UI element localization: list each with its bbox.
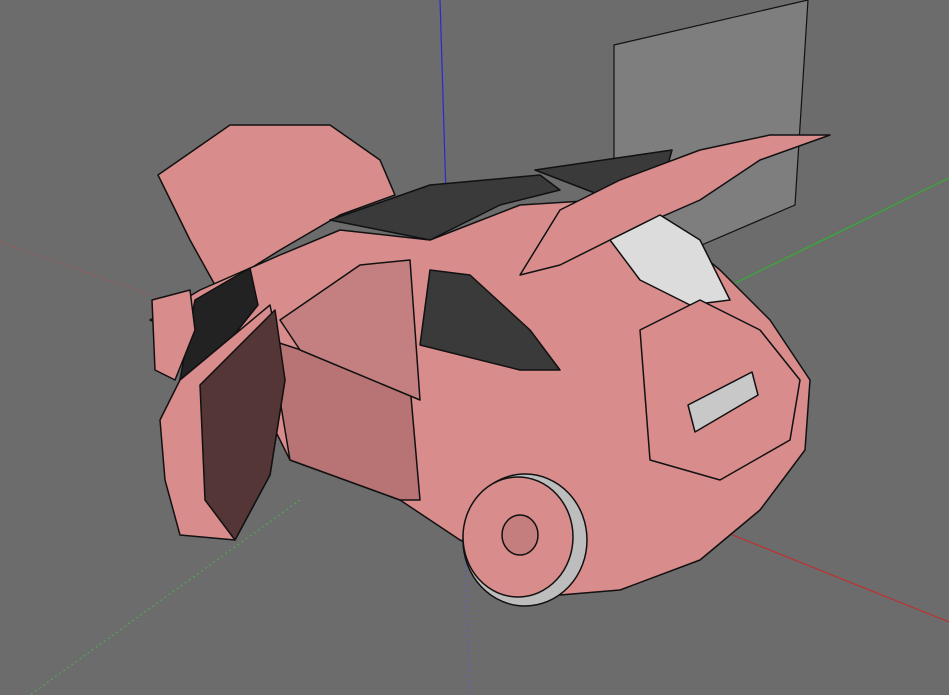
3d-viewport[interactable]: [0, 0, 949, 695]
model-canvas[interactable]: [0, 0, 949, 695]
red-axis-dotted: [0, 241, 166, 301]
wheel-hub: [501, 514, 539, 556]
green-axis-dotted: [29, 499, 301, 695]
blue-axis: [439, 0, 447, 196]
red-axis: [719, 529, 949, 623]
